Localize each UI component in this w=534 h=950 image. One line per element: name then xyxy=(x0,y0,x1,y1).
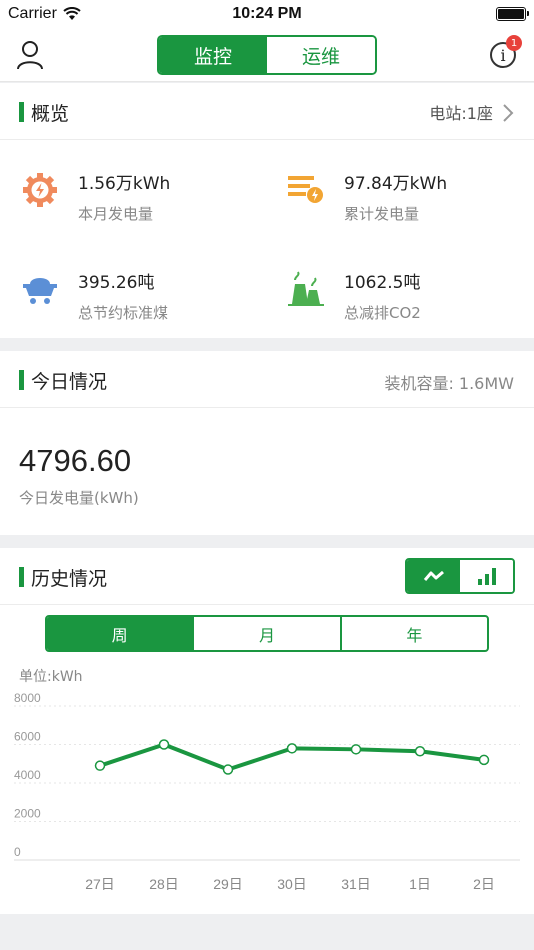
overview-card: 概览 电站:1座 1.56万kWh 本月发电量 97.84万kWh 累计发电量 … xyxy=(0,83,534,338)
history-card: 历史情况 周 月 年 单位:kWh 0 2000 4000 6000 8000 27日 28… xyxy=(0,548,534,914)
y-tick-label: 4000 xyxy=(14,768,41,782)
stat-label: 总减排CO2 xyxy=(344,304,421,322)
x-tick-label: 2日 xyxy=(473,876,495,892)
status-time: 10:24 PM xyxy=(232,5,302,22)
stat-total-generation: 97.84万kWh 累计发电量 xyxy=(344,169,447,224)
section-marker xyxy=(19,370,24,390)
y-tick-label: 8000 xyxy=(14,693,41,705)
x-tick-label: 28日 xyxy=(149,876,179,892)
stack-lightning-icon xyxy=(288,176,323,203)
coal-cart-icon xyxy=(23,278,57,304)
history-line-chart: 0 2000 4000 6000 8000 27日 28日 29日 30日 31日 1日 2日 xyxy=(14,693,520,892)
data-point xyxy=(222,764,234,775)
cooling-tower-icon xyxy=(288,271,324,306)
notification-badge: 1 xyxy=(506,35,522,51)
bar-chart-button[interactable] xyxy=(460,560,513,592)
y-tick-label: 6000 xyxy=(14,730,41,744)
history-header: 历史情况 xyxy=(0,548,534,605)
data-point xyxy=(414,745,426,757)
data-point xyxy=(158,739,170,750)
bar-chart-icon xyxy=(477,568,496,585)
history-title: 历史情况 xyxy=(31,568,108,590)
section-marker xyxy=(19,567,24,587)
x-tick-label: 1日 xyxy=(409,876,431,892)
station-count: 电站:1座 xyxy=(429,104,493,123)
chart-unit: 单位:kWh xyxy=(19,669,83,685)
stat-value: 1.56万kWh xyxy=(78,174,171,194)
nav-bar: 监控 运维 i 1 xyxy=(0,28,534,82)
data-point xyxy=(286,743,298,754)
x-tick-label: 29日 xyxy=(213,876,243,892)
period-selector: 周 月 年 xyxy=(45,615,489,652)
user-icon[interactable] xyxy=(16,40,44,70)
status-bar: Carrier 10:24 PM xyxy=(0,0,534,28)
y-tick-label: 0 xyxy=(14,845,21,859)
battery-icon xyxy=(496,7,529,21)
period-week[interactable]: 周 xyxy=(47,617,193,650)
gear-lightning-icon xyxy=(23,173,57,207)
stat-label: 本月发电量 xyxy=(78,205,154,223)
station-selector[interactable]: 电站:1座 xyxy=(429,100,514,124)
stat-value: 395.26吨 xyxy=(78,273,155,293)
installed-capacity: 装机容量: 1.6MW xyxy=(384,374,514,393)
today-generation-label: 今日发电量(kWh) xyxy=(19,489,139,507)
tab-monitor[interactable]: 监控 xyxy=(159,37,267,73)
stat-monthly-generation: 1.56万kWh 本月发电量 xyxy=(78,169,170,224)
stat-label: 总节约标准煤 xyxy=(78,304,169,322)
x-tick-label: 30日 xyxy=(277,876,307,892)
data-point xyxy=(478,754,490,766)
stat-value: 97.84万kWh xyxy=(344,174,448,194)
stat-coal-saved: 395.26吨 总节约标准煤 xyxy=(78,268,168,323)
overview-title: 概览 xyxy=(31,103,70,125)
stat-co2-reduced: 1062.5吨 总减排CO2 xyxy=(344,268,421,323)
chart-type-toggle xyxy=(405,558,515,594)
data-point xyxy=(350,744,362,755)
chevron-right-icon xyxy=(503,104,514,122)
stat-label: 累计发电量 xyxy=(344,205,420,223)
data-point xyxy=(94,760,106,771)
period-month[interactable]: 月 xyxy=(192,617,339,650)
line-chart-button[interactable] xyxy=(407,560,460,592)
today-generation-value: 4796.60 xyxy=(19,443,132,478)
today-title: 今日情况 xyxy=(31,371,108,393)
tab-maintenance[interactable]: 运维 xyxy=(267,37,375,73)
main-tab-switch: 监控 运维 xyxy=(157,35,377,75)
today-card: 今日情况 装机容量: 1.6MW 4796.60 今日发电量(kWh) xyxy=(0,351,534,535)
overview-header: 概览 电站:1座 xyxy=(0,83,534,140)
section-marker xyxy=(19,102,24,122)
line-chart-icon xyxy=(423,570,444,581)
period-year[interactable]: 年 xyxy=(339,617,487,650)
today-header: 今日情况 装机容量: 1.6MW xyxy=(0,351,534,408)
stat-value: 1062.5吨 xyxy=(344,273,421,293)
x-tick-label: 31日 xyxy=(341,876,371,892)
y-tick-label: 2000 xyxy=(14,807,41,821)
x-tick-label: 27日 xyxy=(85,876,115,892)
